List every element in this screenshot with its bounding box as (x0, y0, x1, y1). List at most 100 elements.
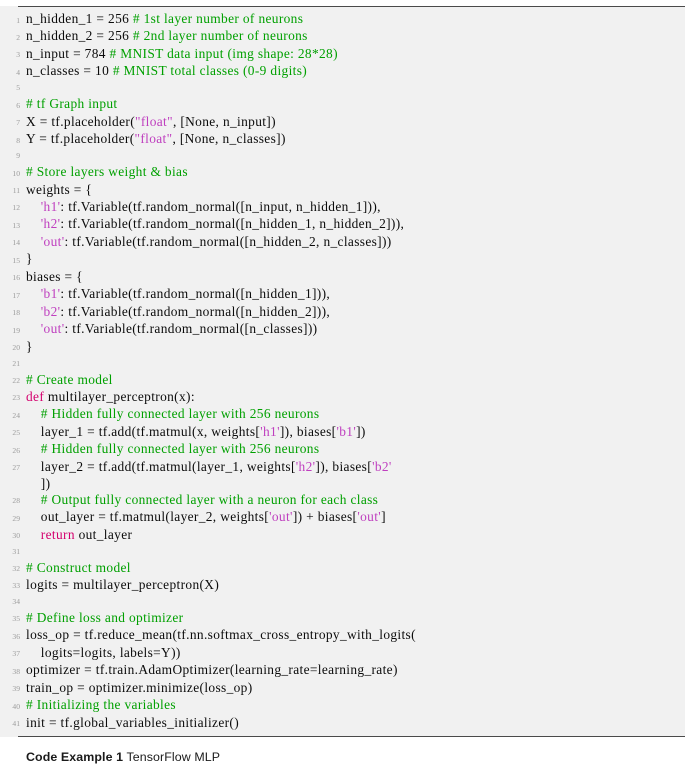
code-line: 27 layer_2 = tf.add(tf.matmul(layer_1, w… (0, 459, 685, 476)
code-token-txt: : tf.Variable(tf.random_normal([n_hidden… (60, 303, 331, 319)
figure-caption: Code Example 1 TensorFlow MLP (26, 750, 685, 764)
caption-label: Code Example 1 (26, 750, 124, 765)
code-line-source: n_classes = 10 # MNIST total classes (0-… (26, 63, 685, 78)
code-line: ]) (0, 476, 685, 491)
code-token-txt: n_hidden_2 = 256 (26, 28, 133, 44)
line-number: 31 (12, 546, 20, 556)
code-line: 40 # Initializing the variables (0, 697, 685, 714)
line-number: 24 (12, 410, 20, 420)
code-line-source: logits=logits, labels=Y)) (26, 645, 685, 660)
line-number: 21 (12, 358, 20, 368)
code-line: 33 logits = multilayer_perceptron(X) (0, 577, 685, 594)
code-line: 17 'b1': tf.Variable(tf.random_normal([n… (0, 286, 685, 303)
code-line: 7 X = tf.placeholder("float", [None, n_in… (0, 114, 685, 131)
code-token-com: # 1st layer number of neurons (132, 11, 304, 26)
code-line-source: 'out': tf.Variable(tf.random_normal([n_c… (26, 321, 685, 336)
code-line: 2 n_hidden_2 = 256 # 2nd layer number of … (0, 28, 685, 45)
code-line: 5 (0, 81, 685, 96)
code-line-source: 'b1': tf.Variable(tf.random_normal([n_hi… (26, 286, 685, 301)
code-token-txt: n_classes = 10 (26, 63, 113, 79)
code-line-source: # Create model (26, 372, 685, 387)
line-number: 17 (12, 290, 20, 300)
code-line: 28 # Output fully connected layer with a… (0, 492, 685, 509)
code-line: 39 train_op = optimizer.minimize(loss_op) (0, 680, 685, 697)
line-number: 14 (12, 238, 20, 248)
code-line-source: 'b2': tf.Variable(tf.random_normal([n_hi… (26, 304, 685, 319)
code-line-source: } (26, 251, 685, 266)
code-line-source: # Hidden fully connected layer with 256 … (26, 406, 685, 421)
code-line: 14 'out': tf.Variable(tf.random_normal([… (0, 234, 685, 251)
code-listing-figure: 1 n_hidden_1 = 256 # 1st layer number of … (0, 6, 685, 767)
code-line-source: X = tf.placeholder("float", [None, n_inp… (26, 114, 685, 129)
code-token-str: 'out' (269, 509, 293, 525)
code-token-txt: out_layer = tf.matmul(layer_2, weights[ (26, 509, 270, 525)
code-token-str: 'h2' (295, 458, 316, 474)
code-token-com: # Hidden fully connected layer with 256 … (40, 406, 320, 422)
code-line-source: return out_layer (26, 527, 685, 542)
code-line-source: loss_op = tf.reduce_mean(tf.nn.softmax_c… (26, 627, 685, 642)
code-line-source: layer_2 = tf.add(tf.matmul(layer_1, weig… (26, 459, 685, 474)
code-token-txt: ]), biases[ (315, 458, 373, 474)
line-number: 25 (12, 428, 20, 438)
code-line-list: 1 n_hidden_1 = 256 # 1st layer number of … (0, 7, 685, 737)
code-token-txt: , [None, n_classes]) (172, 131, 286, 147)
line-number: 15 (12, 255, 20, 265)
line-number: 9 (16, 151, 20, 161)
line-number: 22 (12, 376, 20, 386)
code-token-com: # MNIST data input (img shape: 28*28) (109, 45, 338, 61)
code-line: 22 # Create model (0, 372, 685, 389)
code-token-txt: ]), biases[ (279, 423, 337, 439)
code-line: 16 biases = { (0, 269, 685, 286)
code-line-source: 'h2': tf.Variable(tf.random_normal([n_hi… (26, 216, 685, 231)
code-line: 25 layer_1 = tf.add(tf.matmul(x, weights… (0, 424, 685, 441)
code-line: 10 # Store layers weight & bias (0, 164, 685, 181)
code-token-str: 'b1' (40, 286, 61, 302)
code-token-txt: layer_1 = tf.add(tf.matmul(x, weights[ (26, 423, 261, 439)
code-token-com: # Output fully connected layer with a ne… (40, 491, 379, 507)
code-token-str: "float" (135, 113, 173, 129)
code-token-txt: init = tf.global_variables_initializer() (26, 714, 240, 730)
line-number: 18 (12, 308, 20, 318)
line-number: 37 (12, 649, 20, 659)
code-line: 9 (0, 149, 685, 164)
code-token-com: # Construct model (26, 559, 131, 575)
code-token-txt: ]) (356, 423, 366, 439)
code-line: 19 'out': tf.Variable(tf.random_normal([… (0, 321, 685, 338)
code-token-txt: : tf.Variable(tf.random_normal([n_hidden… (60, 216, 405, 232)
code-line: 23 def multilayer_perceptron(x): (0, 389, 685, 406)
code-token-txt: } (26, 338, 33, 354)
code-line: 8 Y = tf.placeholder("float", [None, n_cl… (0, 131, 685, 148)
code-token-txt: } (26, 251, 33, 267)
code-token-com: # Hidden fully connected layer with 256 … (40, 441, 320, 457)
code-line-source: train_op = optimizer.minimize(loss_op) (26, 680, 685, 695)
code-line-source: init = tf.global_variables_initializer() (26, 715, 685, 730)
code-token-txt: : tf.Variable(tf.random_normal([n_hidden… (64, 233, 392, 249)
line-number: 39 (12, 684, 20, 694)
code-token-kw: return (40, 526, 75, 542)
code-line-source: ]) (26, 476, 685, 491)
code-line-source: # Output fully connected layer with a ne… (26, 492, 685, 507)
code-line-source: def multilayer_perceptron(x): (26, 389, 685, 404)
line-number: 34 (12, 596, 20, 606)
line-number: 8 (16, 135, 20, 145)
code-token-txt: ]) (26, 476, 51, 492)
line-number: 4 (16, 67, 20, 77)
code-token-txt: logits = multilayer_perceptron(X) (26, 576, 220, 592)
code-token-txt: biases = { (26, 268, 83, 284)
code-line-source: # Store layers weight & bias (26, 164, 685, 179)
code-line: 29 out_layer = tf.matmul(layer_2, weight… (0, 509, 685, 526)
line-number: 16 (12, 273, 20, 283)
code-line: 31 (0, 544, 685, 559)
code-line: 26 # Hidden fully connected layer with 2… (0, 441, 685, 458)
code-token-com: # 2nd layer number of neurons (132, 28, 308, 44)
line-number: 28 (12, 496, 20, 506)
code-line-source: out_layer = tf.matmul(layer_2, weights['… (26, 509, 685, 524)
code-line: 1 n_hidden_1 = 256 # 1st layer number of … (0, 11, 685, 28)
code-token-com: # Create model (26, 371, 113, 387)
